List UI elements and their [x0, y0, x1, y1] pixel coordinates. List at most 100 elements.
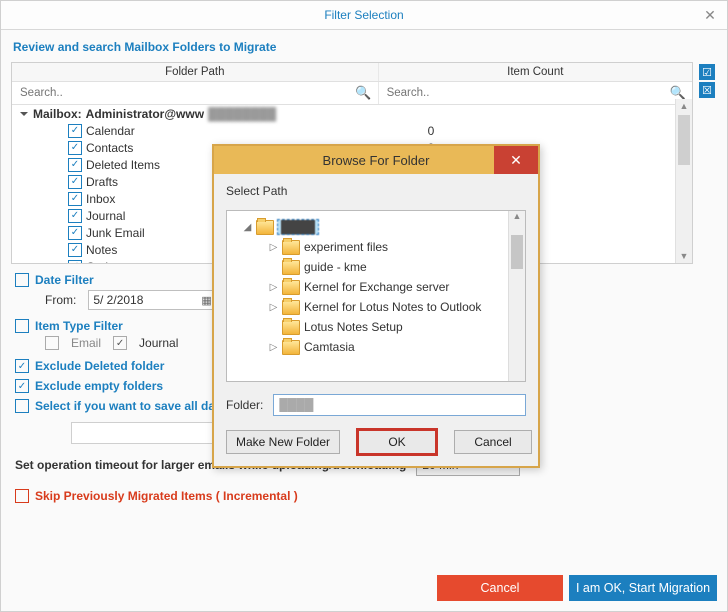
search-icon[interactable]: 🔍 — [355, 85, 371, 101]
folder-table-header: Folder Path Item Count — [12, 63, 692, 82]
expand-icon[interactable]: ◢ — [243, 222, 252, 233]
expand-icon[interactable]: ▷ — [269, 282, 278, 293]
skip-previous-label: Skip Previously Migrated Items ( Increme… — [35, 489, 298, 503]
select-all-button[interactable]: ☑ — [699, 64, 715, 80]
col-item-count[interactable]: Item Count — [379, 63, 692, 81]
row-checkbox[interactable] — [68, 175, 82, 189]
item-type-filter-checkbox[interactable] — [15, 319, 29, 333]
email-checkbox[interactable] — [45, 336, 59, 350]
row-checkbox[interactable] — [68, 124, 82, 138]
modal-cancel-label: Cancel — [474, 435, 511, 449]
row-checkbox[interactable] — [68, 192, 82, 206]
save-all-label: Select if you want to save all dat — [35, 399, 219, 413]
expand-icon[interactable]: ▷ — [269, 342, 278, 353]
close-icon: ✕ — [704, 7, 716, 24]
select-path-label: Select Path — [226, 184, 526, 198]
row-checkbox[interactable] — [68, 209, 82, 223]
close-icon: ✕ — [510, 152, 522, 169]
modal-title: Browse For Folder — [323, 153, 430, 168]
mailbox-prefix: Mailbox: — [33, 107, 82, 121]
deselect-all-button[interactable]: ☒ — [699, 82, 715, 98]
folder-label: Folder: — [226, 398, 263, 412]
mailbox-name: Administrator@www — [86, 107, 204, 121]
folder-icon — [282, 260, 300, 275]
exclude-empty-checkbox[interactable] — [15, 379, 29, 393]
tree-item[interactable]: Lotus Notes Setup — [233, 317, 509, 337]
window-close-button[interactable]: ✕ — [693, 1, 727, 29]
folder-icon — [282, 240, 300, 255]
expand-icon[interactable]: ▷ — [269, 302, 278, 313]
folder-tree[interactable]: ◢ ████ ▷experiment files guide - kme ▷Ke… — [226, 210, 526, 382]
exclude-deleted-label: Exclude Deleted folder — [35, 359, 164, 373]
make-new-folder-button[interactable]: Make New Folder — [226, 430, 340, 454]
folder-input[interactable] — [273, 394, 526, 416]
date-filter-checkbox[interactable] — [15, 273, 29, 287]
item-type-filter-label: Item Type Filter — [35, 319, 123, 333]
journal-label: Journal — [139, 336, 178, 350]
modal-ok-button[interactable]: OK — [358, 430, 436, 454]
tree-item-name: Lotus Notes Setup — [304, 320, 403, 334]
skip-previous-row: Skip Previously Migrated Items ( Increme… — [11, 486, 717, 506]
modal-titlebar: Browse For Folder ✕ — [214, 146, 538, 174]
window-title: Filter Selection — [324, 8, 403, 22]
modal-cancel-button[interactable]: Cancel — [454, 430, 532, 454]
from-date-value: 5/ 2/2018 — [93, 293, 143, 307]
titlebar: Filter Selection ✕ — [1, 1, 727, 30]
search-count-input[interactable] — [385, 86, 630, 100]
mailbox-row[interactable]: Mailbox: Administrator@www ████████ — [12, 105, 692, 122]
date-filter-label: Date Filter — [35, 273, 94, 287]
browse-folder-dialog: Browse For Folder ✕ Select Path ◢ ████ ▷… — [212, 144, 540, 468]
tree-root-name: ████ — [278, 220, 318, 234]
scroll-down-icon[interactable]: ▼ — [676, 249, 692, 263]
row-count: 0 — [422, 124, 692, 138]
exclude-deleted-checkbox[interactable] — [15, 359, 29, 373]
row-name: Junk Email — [86, 226, 145, 240]
journal-checkbox[interactable] — [113, 336, 127, 350]
save-all-checkbox[interactable] — [15, 399, 29, 413]
tree-scrollbar[interactable]: ▲ — [508, 211, 525, 381]
skip-previous-checkbox[interactable] — [15, 489, 29, 503]
tree-root[interactable]: ◢ ████ — [233, 217, 509, 237]
row-checkbox[interactable] — [68, 141, 82, 155]
tree-item-name: experiment files — [304, 240, 388, 254]
modal-close-button[interactable]: ✕ — [494, 146, 538, 174]
exclude-empty-label: Exclude empty folders — [35, 379, 163, 393]
from-label: From: — [45, 293, 76, 307]
row-name: Drafts — [86, 175, 118, 189]
start-migration-label: I am OK, Start Migration — [576, 581, 710, 595]
expand-icon[interactable] — [20, 112, 28, 116]
row-checkbox[interactable] — [68, 226, 82, 240]
row-checkbox[interactable] — [68, 158, 82, 172]
tree-item[interactable]: ▷Camtasia — [233, 337, 509, 357]
side-tools: ☑ ☒ — [699, 62, 717, 98]
main-cancel-button[interactable]: Cancel — [437, 575, 563, 601]
table-scrollbar[interactable]: ▲ ▼ — [675, 99, 692, 263]
row-name: Contacts — [86, 141, 133, 155]
row-checkbox[interactable] — [68, 243, 82, 257]
folder-icon — [282, 300, 300, 315]
folder-field: Folder: — [226, 394, 526, 416]
scroll-thumb[interactable] — [511, 235, 523, 269]
tree-item[interactable]: ▷ Kernel for Exchange server — [233, 277, 509, 297]
row-name: Deleted Items — [86, 158, 160, 172]
col-folder-path[interactable]: Folder Path — [12, 63, 379, 81]
scroll-up-icon[interactable]: ▲ — [676, 99, 692, 113]
row-name: Inbox — [86, 192, 115, 206]
table-row[interactable]: Calendar 0 — [12, 122, 692, 139]
row-name: Calendar — [86, 124, 135, 138]
start-migration-button[interactable]: I am OK, Start Migration — [569, 575, 717, 601]
review-heading: Review and search Mailbox Folders to Mig… — [1, 30, 727, 62]
row-checkbox[interactable] — [68, 260, 82, 264]
modal-body: Select Path ◢ ████ ▷ experiment files gui… — [214, 174, 538, 466]
tree-item-name: guide - kme — [304, 260, 367, 274]
scroll-thumb[interactable] — [678, 115, 690, 165]
search-count-cell: 🔍 — [379, 82, 692, 104]
from-date-input[interactable]: 5/ 2/2018 ▦▾ — [88, 290, 222, 310]
expand-icon[interactable]: ▷ — [269, 242, 278, 253]
tree-item-name: Kernel for Exchange server — [304, 280, 449, 294]
tree-item[interactable]: guide - kme — [233, 257, 509, 277]
search-path-input[interactable] — [18, 86, 305, 100]
tree-item[interactable]: ▷ experiment files — [233, 237, 509, 257]
tree-item[interactable]: ▷Kernel for Lotus Notes to Outlook — [233, 297, 509, 317]
row-name: Outbox — [86, 260, 125, 264]
